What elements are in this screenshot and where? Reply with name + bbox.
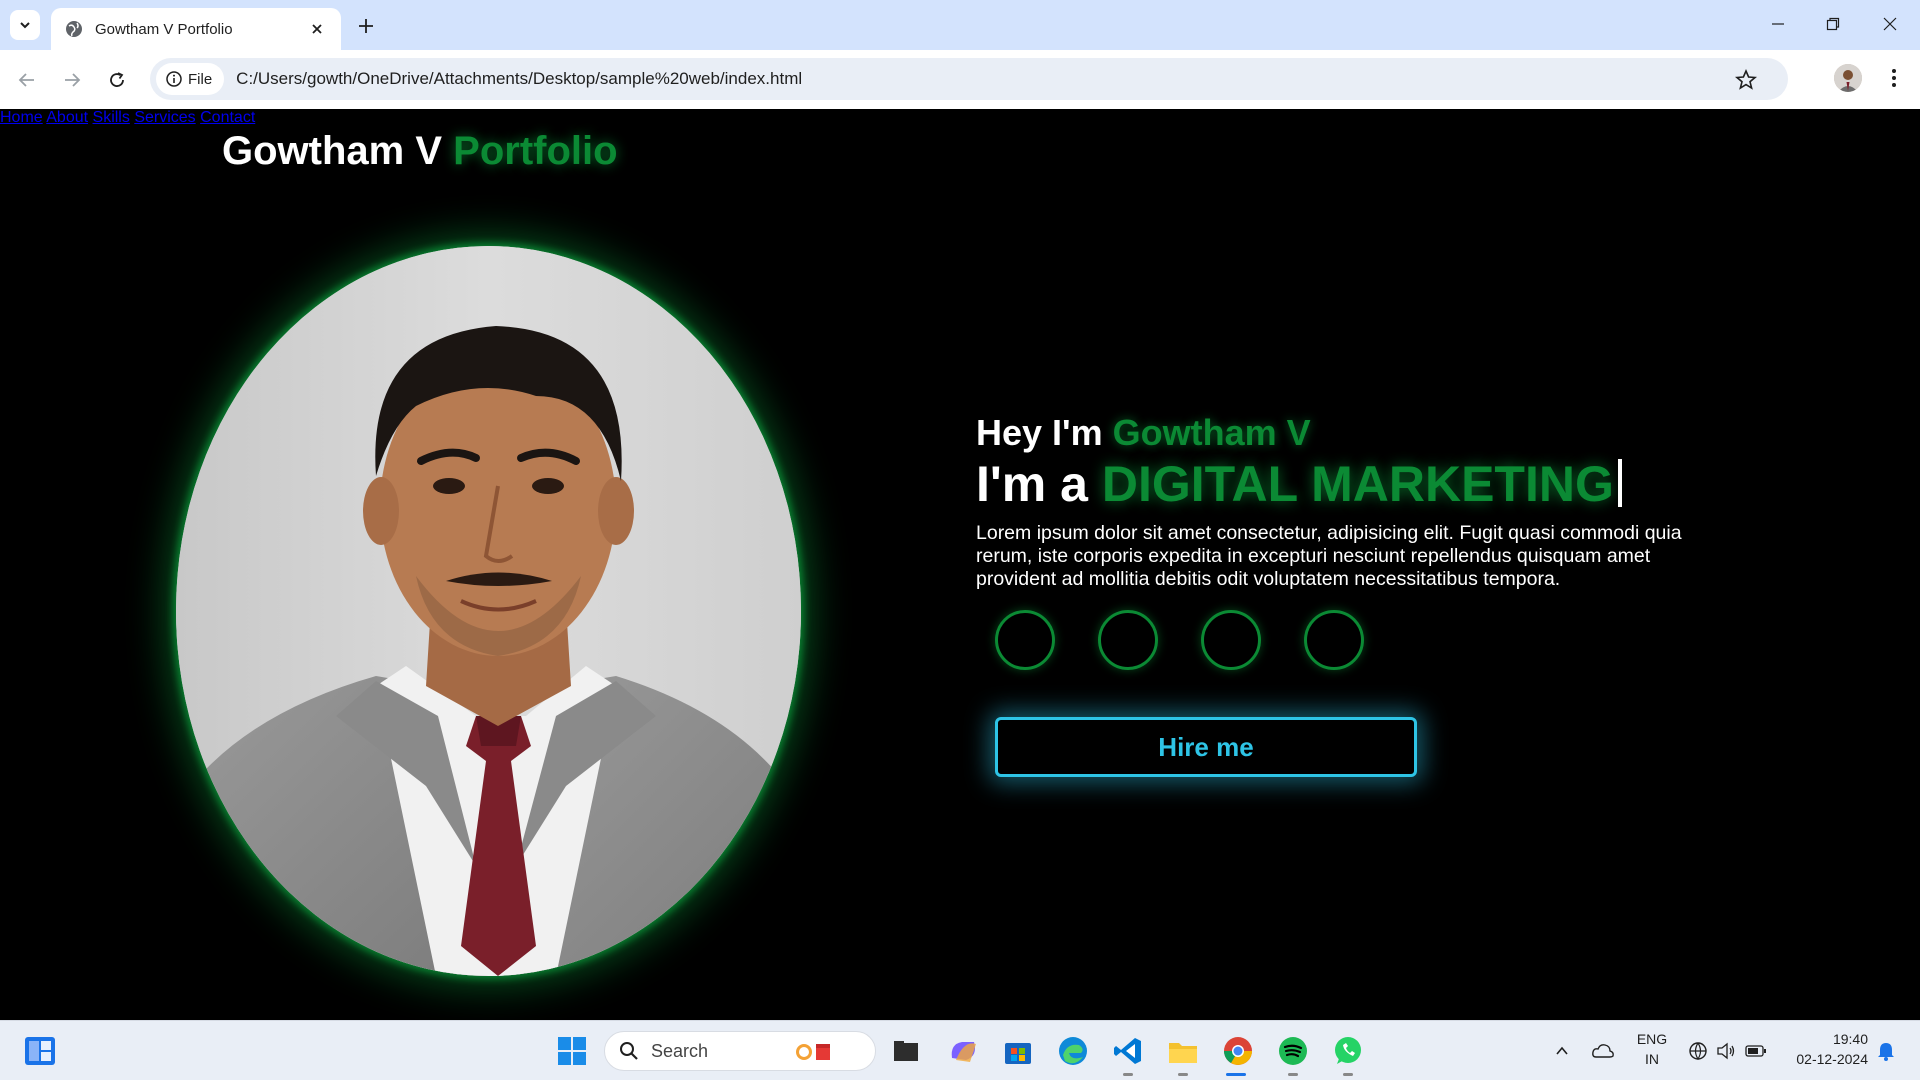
store-icon[interactable] bbox=[1000, 1033, 1036, 1069]
site-info-chip[interactable]: File bbox=[156, 63, 225, 95]
spotify-running-dot bbox=[1288, 1073, 1298, 1076]
site-info-label: File bbox=[188, 70, 213, 88]
hero-description: Lorem ipsum dolor sit amet consectetur, … bbox=[976, 522, 1682, 590]
plus-icon bbox=[359, 19, 373, 33]
vscode-icon[interactable] bbox=[1110, 1033, 1146, 1069]
start-icon[interactable] bbox=[554, 1033, 590, 1069]
nav-services[interactable]: Services bbox=[134, 109, 195, 126]
greeting-text: Hey I'm bbox=[976, 412, 1113, 453]
chrome-icon[interactable] bbox=[1220, 1033, 1256, 1069]
hire-me-button[interactable]: Hire me bbox=[995, 717, 1417, 777]
file-explorer-task-icon[interactable] bbox=[888, 1033, 924, 1069]
restore-button[interactable] bbox=[1813, 8, 1853, 40]
nav-contact[interactable]: Contact bbox=[200, 109, 255, 126]
chevron-down-icon bbox=[20, 22, 30, 29]
info-icon bbox=[166, 71, 182, 87]
forward-button[interactable] bbox=[56, 64, 88, 96]
back-button[interactable] bbox=[11, 64, 43, 96]
edge-icon[interactable] bbox=[1055, 1033, 1091, 1069]
globe-icon bbox=[66, 21, 82, 37]
arrow-left-icon bbox=[18, 73, 34, 87]
profile-photo bbox=[176, 246, 801, 976]
restore-icon bbox=[1826, 17, 1840, 31]
whatsapp-running-dot bbox=[1343, 1073, 1353, 1076]
nav-home[interactable]: Home bbox=[0, 109, 43, 126]
search-icon bbox=[620, 1042, 638, 1060]
battery-icon[interactable] bbox=[1738, 1033, 1774, 1069]
bookmark-star-icon[interactable] bbox=[1734, 68, 1758, 92]
language-bottom[interactable]: IN bbox=[1632, 1051, 1672, 1067]
logo-accent-text: Portfolio bbox=[453, 129, 618, 173]
role-prefix: I'm a bbox=[976, 456, 1102, 512]
folder-icon[interactable] bbox=[1165, 1033, 1201, 1069]
vscode-running-dot bbox=[1123, 1073, 1133, 1076]
language-top[interactable]: ENG bbox=[1632, 1031, 1672, 1047]
site-logo[interactable]: Gowtham V Portfolio bbox=[222, 129, 618, 174]
search-highlight-icon bbox=[796, 1044, 831, 1060]
whatsapp-icon[interactable] bbox=[1330, 1033, 1366, 1069]
tab-search-button[interactable] bbox=[10, 10, 40, 40]
nav-about[interactable]: About bbox=[46, 109, 88, 126]
tab-title: Gowtham V Portfolio bbox=[95, 20, 233, 38]
reload-icon bbox=[110, 72, 124, 87]
minimize-button[interactable] bbox=[1758, 8, 1798, 40]
browser-toolbar: File C:/Users/gowth/OneDrive/Attachments… bbox=[0, 50, 1920, 109]
arrow-right-icon bbox=[65, 73, 81, 87]
widgets-icon[interactable] bbox=[22, 1033, 58, 1069]
url-text[interactable]: C:/Users/gowth/OneDrive/Attachments/Desk… bbox=[236, 69, 802, 89]
hero-role: I'm a DIGITAL MARKETING bbox=[976, 455, 1622, 513]
cloud-sync-icon[interactable] bbox=[1585, 1033, 1621, 1069]
browser-tab[interactable]: Gowtham V Portfolio bbox=[51, 8, 341, 50]
copilot-icon[interactable] bbox=[946, 1033, 982, 1069]
social-link-3[interactable] bbox=[1201, 610, 1261, 670]
hero-greeting: Hey I'm Gowtham V bbox=[976, 412, 1311, 454]
spotify-icon[interactable] bbox=[1275, 1033, 1311, 1069]
reload-button[interactable] bbox=[101, 64, 133, 96]
main-nav: Home About Skills Services Contact bbox=[0, 109, 1920, 127]
tab-close-icon[interactable] bbox=[307, 19, 327, 39]
notification-bell-icon[interactable] bbox=[1868, 1033, 1904, 1069]
taskbar-search[interactable]: Search bbox=[604, 1031, 876, 1071]
close-window-button[interactable] bbox=[1870, 8, 1910, 40]
new-tab-button[interactable] bbox=[352, 12, 380, 40]
social-link-4[interactable] bbox=[1304, 610, 1364, 670]
close-icon bbox=[1883, 17, 1897, 31]
windows-taskbar: Search ENG IN 19:40 02-12-2024 bbox=[0, 1020, 1920, 1080]
nav-skills[interactable]: Skills bbox=[93, 109, 130, 126]
chrome-active-dot bbox=[1226, 1073, 1246, 1076]
social-link-1[interactable] bbox=[995, 610, 1055, 670]
browser-tab-bar: Gowtham V Portfolio bbox=[0, 0, 1920, 50]
social-link-2[interactable] bbox=[1098, 610, 1158, 670]
hero-name: Gowtham V bbox=[1112, 412, 1311, 453]
browser-menu-button[interactable] bbox=[1880, 64, 1908, 92]
taskbar-search-placeholder: Search bbox=[651, 1040, 709, 1061]
minimize-icon bbox=[1772, 23, 1784, 25]
address-bar[interactable]: File C:/Users/gowth/OneDrive/Attachments… bbox=[150, 58, 1788, 100]
chevron-up-icon[interactable] bbox=[1544, 1033, 1580, 1069]
clock-time[interactable]: 19:40 bbox=[1780, 1031, 1868, 1047]
clock-date[interactable]: 02-12-2024 bbox=[1780, 1051, 1868, 1067]
more-vertical-icon bbox=[1892, 69, 1896, 87]
role-text: DIGITAL MARKETING bbox=[1101, 456, 1614, 512]
folder-running-dot bbox=[1178, 1073, 1188, 1076]
portfolio-page: Gowtham V Portfolio Home About Skills Se… bbox=[0, 109, 1920, 1020]
logo-main-text: Gowtham V bbox=[222, 129, 454, 173]
typing-cursor bbox=[1617, 459, 1622, 507]
profile-avatar[interactable] bbox=[1834, 64, 1862, 92]
